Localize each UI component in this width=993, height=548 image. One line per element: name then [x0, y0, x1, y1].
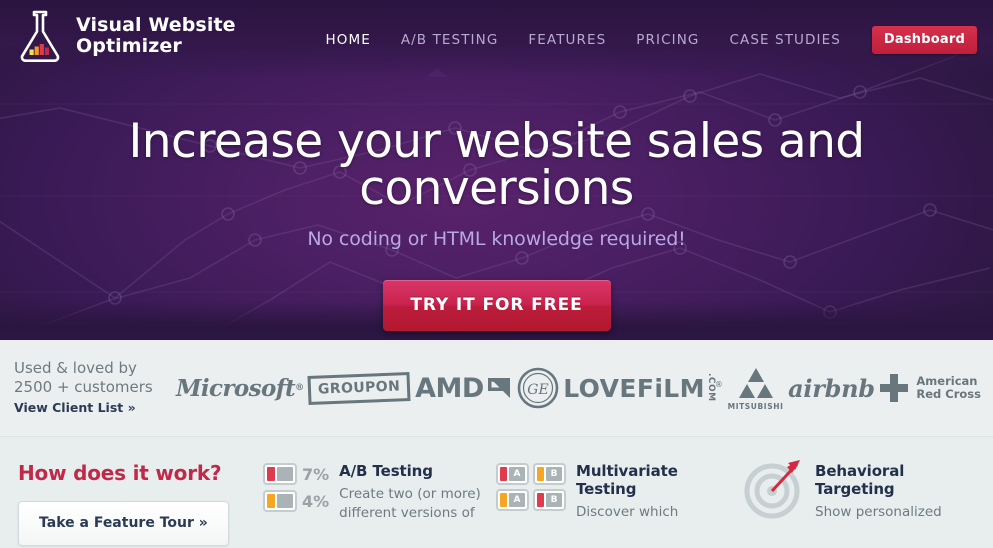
mvt-letter-2: B [546, 467, 562, 481]
clients-label-line-2: 2500 + customers [14, 377, 153, 396]
mvt-bar-1 [500, 467, 507, 481]
main-navigation: HOME A/B TESTING FEATURES PRICING CASE S… [310, 26, 977, 54]
ab-bar-a [267, 467, 275, 481]
how-it-works-section: How does it work? Take a Feature Tour » … [0, 437, 993, 546]
mvt-bar-4 [537, 493, 544, 507]
hero-cta-wrap: TRY IT FOR FREE [0, 280, 993, 331]
ab-stat-row: 7% [263, 463, 329, 485]
ab-box-variant-a [263, 463, 297, 485]
ab-percent-b: 4% [302, 491, 330, 511]
mvt-letter-4: B [546, 493, 562, 507]
logo-text: Visual Website Optimizer [76, 13, 236, 58]
mvt-cell-4: B [533, 489, 566, 511]
feature-ab-testing: 7% 4% A/B Testing Create two (or more) d… [255, 461, 493, 546]
mvt-cell-2: B [533, 463, 566, 485]
nav-item-home[interactable]: HOME [310, 32, 385, 48]
hero-section: Visual Website Optimizer HOME A/B TESTING… [0, 0, 993, 340]
red-cross-line-2: Red Cross [916, 387, 981, 401]
feature-multivariate-testing-description: Discover which [576, 504, 679, 520]
airbnb-logo: airbnb [788, 374, 875, 403]
mvt-letter-3: A [509, 493, 525, 507]
red-cross-logo: American Red Cross [879, 373, 981, 403]
mvt-letter-1: A [509, 467, 525, 481]
mvt-grid-row: A B [496, 489, 566, 511]
groupon-logo-text: GROUPON [307, 371, 411, 405]
nav-item-features[interactable]: FEATURES [513, 32, 621, 48]
mitsubishi-logo: MITSUBISHI [728, 366, 784, 411]
site-logo[interactable]: Visual Website Optimizer [14, 8, 236, 64]
feature-multivariate-testing-text: Multivariate Testing Discover which [576, 461, 728, 546]
lovefilm-com-text: .COM [705, 373, 716, 402]
logo-line-1: Visual Website [76, 13, 236, 36]
clients-label-line-1: Used & loved by [14, 358, 137, 377]
mvt-grid-row: A B [496, 463, 566, 485]
feature-behavioral-targeting-description: Show personalized [815, 504, 942, 520]
ab-fill-b [277, 494, 293, 508]
svg-text:GE: GE [527, 382, 548, 398]
feature-ab-testing-description: Create two (or more) different versions … [339, 486, 481, 522]
nav-item-pricing[interactable]: PRICING [621, 32, 714, 48]
ab-stat-row: 4% [263, 490, 329, 512]
flask-icon [20, 10, 60, 63]
multivariate-grid-icon: A B A B [496, 461, 566, 546]
ab-percent-a: 7% [302, 464, 330, 484]
groupon-logo: GROUPON [307, 371, 411, 405]
mvt-cell-1: A [496, 463, 529, 485]
feature-multivariate-testing: A B A B Multivariate Testing Discover wh… [493, 461, 738, 546]
lovefilm-reg-mark: ® [714, 379, 723, 389]
mitsubishi-logo-text: MITSUBISHI [727, 401, 784, 411]
how-it-works-left: How does it work? Take a Feature Tour » [0, 461, 255, 546]
nav-item-ab-testing[interactable]: A/B TESTING [386, 32, 514, 48]
feature-ab-testing-text: A/B Testing Create two (or more) differe… [339, 461, 483, 546]
microsoft-logo: Microsoft ® [176, 374, 304, 402]
view-client-list-link[interactable]: View Client List » [14, 400, 136, 416]
amd-logo-text: AMD [415, 372, 484, 404]
ge-logo: GE [517, 367, 559, 409]
client-logo-list: Microsoft ® GROUPON AMD GE LOVEFiLM .COM… [168, 366, 993, 411]
feature-behavioral-targeting: Behavioral Targeting Show personalized [738, 460, 991, 546]
feature-multivariate-testing-title: Multivariate Testing [576, 462, 678, 498]
feature-behavioral-targeting-text: Behavioral Targeting Show personalized [815, 461, 981, 546]
nav-item-case-studies[interactable]: CASE STUDIES [714, 32, 855, 48]
ab-split-icon: 7% 4% [263, 461, 329, 546]
try-it-for-free-button[interactable]: TRY IT FOR FREE [382, 280, 611, 331]
red-cross-icon [880, 374, 909, 402]
lovefilm-logo: LOVEFiLM .COM ® [563, 373, 723, 403]
logo-line-2: Optimizer [76, 35, 182, 57]
clients-label: Used & loved by 2500 + customers View Cl… [0, 359, 168, 418]
feature-ab-testing-title: A/B Testing [339, 462, 433, 480]
mitsubishi-diamonds-icon [738, 367, 773, 398]
mvt-bar-3 [500, 493, 507, 507]
microsoft-logo-text: Microsoft [176, 374, 296, 402]
red-cross-line-1: American [916, 373, 978, 388]
dashboard-button[interactable]: Dashboard [871, 26, 977, 54]
ab-box-variant-b [263, 490, 297, 512]
amd-arrow-icon [487, 378, 510, 398]
target-arrow-icon [744, 460, 800, 519]
mvt-bar-2 [537, 467, 544, 481]
client-logos-section: Used & loved by 2500 + customers View Cl… [0, 340, 993, 436]
how-it-works-title: How does it work? [18, 461, 222, 485]
lovefilm-logo-text: LOVEFiLM [563, 373, 705, 403]
take-a-feature-tour-button[interactable]: Take a Feature Tour » [18, 501, 229, 546]
site-header: Visual Website Optimizer HOME A/B TESTING… [0, 0, 993, 70]
red-cross-logo-text: American Red Cross [916, 373, 981, 401]
feature-behavioral-targeting-title: Behavioral Targeting [815, 462, 905, 498]
ab-fill-a [277, 467, 293, 481]
mvt-cell-3: A [496, 489, 529, 511]
amd-logo: AMD [415, 373, 512, 404]
ge-logo-icon: GE [517, 367, 558, 409]
ab-bar-b [267, 494, 275, 508]
landing-page: Visual Website Optimizer HOME A/B TESTING… [0, 0, 993, 548]
airbnb-logo-text: airbnb [788, 373, 875, 403]
hero-subheadline: No coding or HTML knowledge required! [307, 228, 686, 250]
